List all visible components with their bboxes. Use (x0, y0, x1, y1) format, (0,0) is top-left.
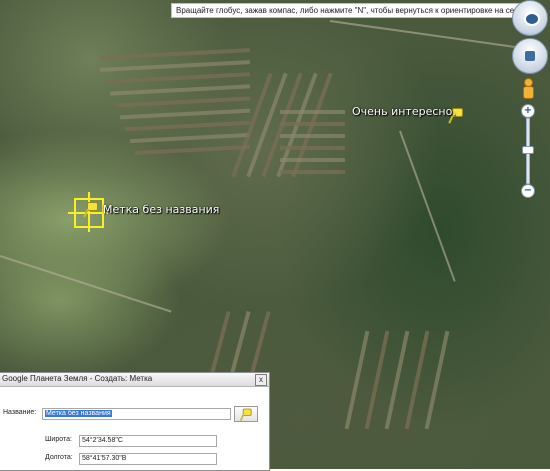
eye-icon (524, 12, 540, 26)
forest-strip (280, 158, 345, 162)
placemark-label[interactable]: Метка без названия (103, 203, 219, 216)
forest-strip (124, 120, 251, 132)
longitude-input[interactable]: 58°41'57.30"В (79, 453, 217, 465)
zoom-slider[interactable]: + − (521, 104, 535, 198)
forest-strip (344, 330, 370, 430)
forest-strip (384, 330, 410, 430)
forest-strip (119, 108, 251, 120)
dialog-title: Google Планета Земля - Создать: Метка (2, 374, 153, 383)
forest-strip (99, 48, 251, 60)
move-control[interactable] (512, 38, 548, 74)
look-control[interactable] (512, 0, 548, 36)
forest-strip (404, 330, 430, 430)
zoom-out-button[interactable]: − (521, 184, 535, 198)
placemark-pin-icon[interactable] (83, 202, 99, 218)
forest-strip (104, 72, 251, 84)
latitude-input[interactable]: 54°2'34.58"С (79, 435, 217, 447)
forest-strip (99, 60, 251, 72)
name-label: Название: (3, 409, 37, 416)
pin-style-button[interactable] (234, 406, 258, 422)
forest-strip (424, 330, 450, 430)
pin-icon (239, 408, 253, 422)
forest-strip (280, 122, 345, 126)
zoom-thumb[interactable] (522, 146, 534, 154)
forest-strip (129, 132, 251, 144)
placemark-label[interactable]: Очень интересно. (352, 105, 456, 118)
forest-strip (280, 110, 345, 114)
close-button[interactable]: x (255, 374, 267, 386)
hand-icon (525, 51, 535, 61)
forest-strip (280, 146, 345, 150)
forest-strip (134, 144, 251, 156)
latitude-label: Широта: (45, 436, 72, 443)
forest-strip (280, 170, 345, 174)
longitude-label: Долгота: (45, 454, 73, 461)
create-placemark-dialog: Google Планета Земля - Создать: Метка x … (0, 372, 270, 471)
forest-strip (364, 330, 390, 430)
name-input[interactable]: Метка без названия (42, 408, 231, 420)
road (0, 255, 172, 313)
forest-strip (114, 96, 251, 108)
forest-strip (280, 134, 345, 138)
dialog-titlebar[interactable]: Google Планета Земля - Создать: Метка x (0, 373, 269, 387)
street-view-pegman-icon[interactable] (522, 78, 534, 99)
navigation-hint-tooltip: Вращайте глобус, зажав компас, либо нажм… (171, 3, 533, 18)
forest-strip (109, 84, 251, 96)
zoom-in-button[interactable]: + (521, 104, 535, 118)
name-value: Метка без названия (45, 410, 112, 417)
road (399, 130, 456, 282)
